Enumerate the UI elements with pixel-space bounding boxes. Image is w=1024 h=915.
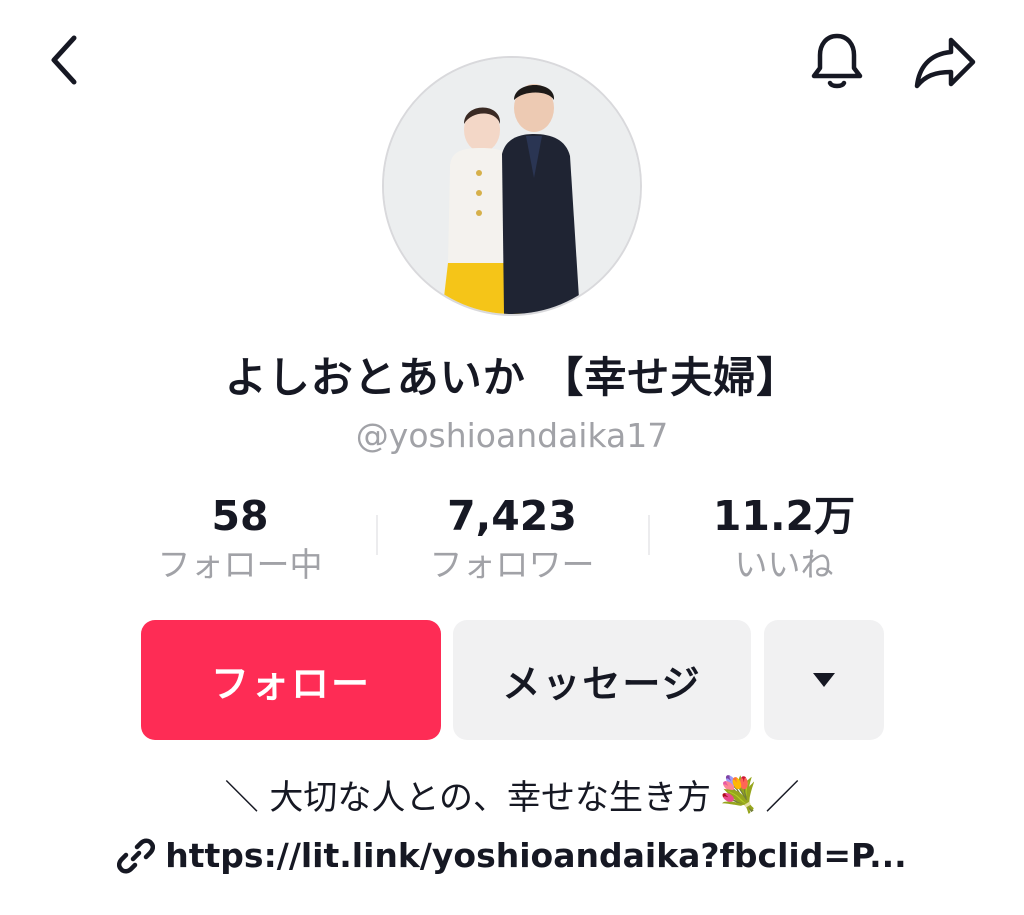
bio: ＼ 大切な人との、幸せな生き方 💐 ／ — [0, 770, 1024, 819]
caret-down-icon — [813, 673, 835, 687]
link-icon — [117, 838, 156, 873]
share-button[interactable] — [912, 32, 978, 92]
stat-divider — [648, 515, 650, 555]
message-button[interactable]: メッセージ — [453, 620, 751, 740]
bell-icon — [811, 33, 863, 89]
stat-following[interactable]: 58 フォロー中 — [110, 490, 370, 588]
link-url[interactable]: https://lit.link/yoshioandaika?fbclid=P.… — [165, 836, 906, 875]
stat-value: 11.2万 — [712, 492, 856, 540]
stat-label: フォロワー — [429, 545, 595, 584]
stat-label: いいね — [734, 545, 834, 584]
share-arrow-icon — [914, 37, 976, 89]
chevron-left-icon — [51, 35, 77, 85]
notification-bell-button[interactable] — [806, 30, 868, 92]
avatar[interactable] — [382, 56, 642, 316]
more-options-button[interactable] — [764, 620, 884, 740]
follow-button[interactable]: フォロー — [141, 620, 441, 740]
back-button[interactable] — [36, 32, 92, 88]
bio-text-end: ／ — [765, 778, 800, 818]
username: @yoshioandaika17 — [355, 416, 669, 455]
stat-label: フォロー中 — [157, 545, 323, 584]
bouquet-emoji: 💐 — [717, 774, 760, 815]
bio-text: ＼ 大切な人との、幸せな生き方 — [224, 778, 712, 818]
profile-link[interactable]: https://lit.link/yoshioandaika?fbclid=P.… — [0, 836, 1024, 875]
stat-value: 7,423 — [447, 492, 577, 540]
stat-followers[interactable]: 7,423 フォロワー — [382, 490, 642, 588]
stat-divider — [376, 515, 378, 555]
stat-value: 58 — [211, 492, 269, 540]
display-name: よしおとあいか 【幸せ夫婦】 — [224, 353, 800, 402]
couple-photo — [384, 58, 640, 314]
stat-likes[interactable]: 11.2万 いいね — [654, 490, 914, 588]
